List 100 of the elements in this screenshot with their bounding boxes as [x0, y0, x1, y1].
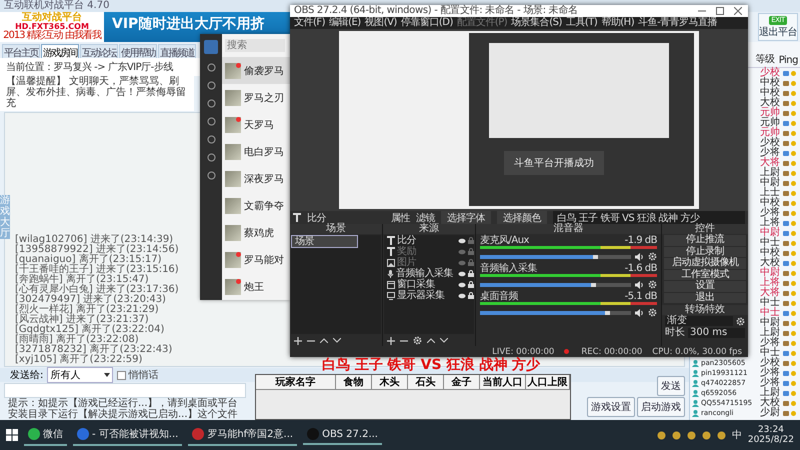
menu-item[interactable]: 编辑(E): [329, 17, 361, 29]
unlock-icon[interactable]: [468, 259, 474, 266]
settings-icon[interactable]: [413, 336, 422, 345]
lock-icon[interactable]: [468, 281, 474, 288]
rec-status: REC: 00:00:00: [581, 346, 642, 356]
channel-reading: -1.6 dB: [624, 264, 657, 274]
source-item[interactable]: 显示器采集: [397, 290, 456, 301]
toolbar-button[interactable]: 选择颜色: [497, 210, 547, 224]
chat-name[interactable]: 天罗马: [244, 118, 274, 132]
chat-name[interactable]: 炮王: [244, 280, 264, 294]
eye-hidden-icon[interactable]: [458, 248, 466, 254]
source-item[interactable]: 奖励: [397, 246, 456, 257]
add-icon[interactable]: [387, 336, 395, 344]
move-down-icon[interactable]: [440, 338, 448, 343]
eye-icon[interactable]: [458, 270, 466, 276]
game-button[interactable]: 游戏设置: [587, 397, 635, 417]
nav-tab[interactable]: 直播频道: [158, 44, 196, 58]
settings-icon[interactable]: [648, 252, 657, 261]
source-item[interactable]: 音频输入采集: [396, 268, 456, 279]
menu-item[interactable]: 工具(T): [566, 17, 598, 29]
maximize-icon[interactable]: [716, 7, 724, 15]
duration-field[interactable]: 300 ms: [688, 328, 745, 338]
unlock-icon[interactable]: [468, 248, 474, 255]
taskbar-app[interactable]: 罗马能hf帝国2意...: [188, 424, 298, 446]
whisper-checkbox[interactable]: 悄悄话: [117, 368, 158, 382]
control-button[interactable]: 退出: [664, 292, 746, 303]
control-button[interactable]: 停止推流: [664, 235, 746, 246]
game-button[interactable]: 启动游戏: [637, 397, 685, 417]
chat-name[interactable]: 电白罗马: [244, 144, 284, 158]
user-rank: 中校: [760, 248, 781, 258]
log-line: [wilag102706] 进来了(23:14:39): [15, 235, 174, 245]
monitor-icon: [387, 292, 395, 300]
nav-tab[interactable]: 平台主页: [2, 44, 40, 58]
settings-icon[interactable]: [736, 316, 745, 326]
lock-icon[interactable]: [468, 270, 474, 277]
taskbar-app[interactable]: OBS 27.2...: [303, 425, 382, 445]
control-button[interactable]: 停止录制: [664, 246, 746, 257]
move-down-icon[interactable]: [333, 338, 341, 343]
hint-text: 提示：如提示【游戏已经运行...】，请到桌面或平台安装目录下运行【解决提示游戏已启动...】这个文件: [7, 399, 239, 420]
input-method-indicator[interactable]: 中: [732, 428, 742, 442]
recipient-dropdown[interactable]: 所有人: [47, 367, 114, 383]
message-input[interactable]: [4, 383, 246, 398]
eye-icon[interactable]: [458, 292, 466, 298]
speaker-icon[interactable]: [635, 280, 644, 288]
source-item[interactable]: 比分: [397, 235, 456, 246]
send-button[interactable]: 发送: [657, 376, 685, 396]
lock-icon[interactable]: [468, 292, 474, 299]
menu-item[interactable]: 场景集合(S): [511, 17, 562, 29]
move-up-icon[interactable]: [320, 338, 328, 343]
clock[interactable]: 23:24 2025/8/22: [748, 425, 794, 445]
chat-name[interactable]: 文霸争夺: [244, 198, 284, 212]
column-header: 人口上限: [526, 375, 570, 390]
menu-item[interactable]: 停靠窗口(D): [400, 17, 453, 29]
chat-name[interactable]: 深夜罗马: [244, 172, 284, 186]
windows-start-icon[interactable]: [6, 429, 18, 441]
volume-slider[interactable]: [480, 282, 631, 286]
taskbar-app[interactable]: 微信: [24, 424, 67, 446]
toolbar-button[interactable]: 选择字体: [441, 210, 491, 224]
toolbar-button[interactable]: 属性: [391, 210, 410, 224]
chat-name[interactable]: 罗马能对: [244, 252, 284, 266]
nav-tab[interactable]: 游戏房间: [41, 44, 79, 58]
add-icon[interactable]: [294, 336, 302, 344]
control-button[interactable]: 工作室模式: [664, 270, 746, 280]
search-field[interactable]: 搜索: [225, 39, 285, 52]
text-source-icon: [293, 213, 301, 222]
close-icon[interactable]: [734, 7, 742, 15]
user-rank: 中士: [760, 298, 781, 308]
control-button[interactable]: 启动虚拟摄像机: [664, 258, 746, 268]
eye-hidden-icon[interactable]: [458, 260, 466, 266]
taskbar-app[interactable]: - 可否能被讲视知...: [73, 424, 182, 446]
settings-icon[interactable]: [648, 280, 657, 289]
user-rank: 中尉: [760, 178, 781, 188]
chat-name[interactable]: 罗马之刃: [244, 90, 284, 104]
speaker-icon[interactable]: [635, 252, 644, 260]
send-to-label: 发送给:: [10, 369, 44, 382]
eye-icon[interactable]: [458, 238, 466, 244]
settings-icon[interactable]: [648, 308, 657, 317]
scene-item[interactable]: 场景: [291, 235, 358, 248]
source-name: 比分: [307, 212, 326, 224]
log-line: [quanaiguo] 离开了(23:15:17): [15, 255, 162, 265]
chat-name[interactable]: 蔡鸡虎: [244, 226, 274, 240]
unlock-icon[interactable]: [468, 237, 474, 244]
menu-item[interactable]: 文件(F): [294, 17, 326, 29]
nav-tab[interactable]: 互动论坛: [80, 44, 118, 58]
menu-item[interactable]: 帮助(H): [601, 17, 634, 29]
speaker-icon[interactable]: [635, 308, 644, 316]
move-up-icon[interactable]: [427, 338, 435, 343]
menu-item[interactable]: 斗鱼-青青罗马直播: [638, 17, 718, 29]
menu-item[interactable]: 视图(V): [364, 17, 397, 29]
live-status: LIVE: 00:00:00: [492, 346, 554, 356]
eye-icon[interactable]: [458, 282, 466, 288]
source-item[interactable]: 图片: [397, 257, 456, 268]
transition-dropdown[interactable]: 渐变: [665, 316, 733, 326]
toolbar-button[interactable]: 滤镜: [416, 210, 435, 224]
channel-reading: -1.9 dB: [624, 236, 657, 246]
log-line: [千王番哇的王子] 进来了(23:15:16): [15, 265, 179, 275]
volume-slider[interactable]: [480, 254, 631, 258]
nav-tab[interactable]: 使用帮助: [119, 44, 157, 58]
source-item[interactable]: 窗口采集: [397, 279, 456, 290]
control-button[interactable]: 设置: [664, 281, 746, 292]
